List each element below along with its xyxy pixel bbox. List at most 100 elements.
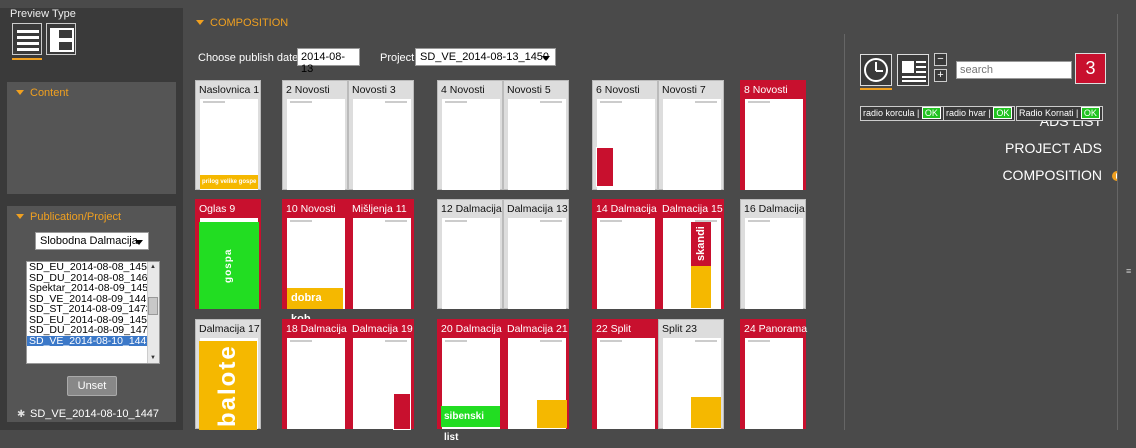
list-item[interactable]: SD_DU_2014-08-09_1471: [27, 325, 147, 336]
content-section-header[interactable]: Content: [7, 82, 176, 104]
status-badge: OK: [993, 107, 1013, 119]
list-scrollbar[interactable]: ▲ ▼: [147, 262, 159, 363]
project-label: Project:: [380, 52, 418, 64]
scroll-up-icon[interactable]: ▲: [150, 264, 156, 270]
publish-date-label: Choose publish date:: [198, 52, 302, 64]
page-thumbnail[interactable]: Novosti 5: [503, 80, 569, 190]
page-title: Dalmacija 19: [352, 323, 413, 335]
page-title: Split 23: [662, 323, 698, 335]
zoom-out-icon[interactable]: −: [934, 53, 947, 66]
page-sheet: [442, 99, 500, 190]
page-title: Novosti 5: [507, 84, 551, 96]
radio-name: Radio Kornati |: [1019, 108, 1079, 118]
page-thumbnail[interactable]: Novosti 7: [658, 80, 724, 190]
page-sheet: [287, 338, 345, 429]
page-title: 2 Novosti: [286, 84, 330, 96]
radio-status-hvar[interactable]: radio hvar | OK: [943, 106, 1016, 121]
content-header-label: Content: [30, 87, 69, 99]
list-item[interactable]: SD_ST_2014-08-09_1473: [27, 304, 147, 315]
page-thumbnail[interactable]: 22 Split: [592, 319, 658, 429]
resize-strip[interactable]: [1117, 14, 1136, 430]
page-sheet: [745, 218, 803, 309]
page-title: Dalmacija 17: [199, 323, 260, 335]
scrollbar-thumb[interactable]: [148, 297, 158, 315]
pin-icon: ✱: [17, 409, 26, 420]
publication-select[interactable]: Slobodna Dalmacija: [35, 232, 149, 250]
list-item[interactable]: SD_EU_2014-08-09_1459: [27, 315, 147, 326]
ad-block[interactable]: dobra kob: [287, 288, 343, 325]
ad-block[interactable]: gospa medaljon: [199, 222, 294, 309]
list-item[interactable]: SD_EU_2014-08-08_1458: [27, 262, 147, 273]
unset-button[interactable]: Unset: [67, 376, 117, 396]
publication-select-value: Slobodna Dalmacija: [40, 235, 138, 247]
project-select[interactable]: SD_VE_2014-08-13_1450: [415, 48, 556, 66]
grid-view-icon[interactable]: [46, 23, 76, 55]
page-thumbnail[interactable]: 2 Novosti: [282, 80, 348, 190]
ad-block[interactable]: [393, 393, 411, 430]
radio-name: radio korcula |: [863, 108, 920, 118]
ad-block[interactable]: skandi: [691, 222, 711, 266]
page-thumbnail[interactable]: 4 Novosti: [437, 80, 503, 190]
page-sheet: [353, 99, 411, 190]
page-sheet: [442, 218, 500, 309]
dropdown-arrow-icon: [542, 56, 550, 61]
project-listbox[interactable]: SD_EU_2014-08-08_1458 SD_DU_2014-08-08_1…: [26, 261, 160, 364]
publication-section-header[interactable]: Publication/Project: [7, 206, 176, 228]
page-sheet: [745, 338, 803, 429]
clock-icon[interactable]: [860, 54, 892, 86]
ad-block[interactable]: [691, 397, 721, 428]
page-thumbnail[interactable]: 14 Dalmacija: [592, 199, 658, 309]
nav-project-ads[interactable]: PROJECT ADS: [1005, 140, 1102, 156]
list-item[interactable]: SD_VE_2014-08-09_1446: [27, 294, 147, 305]
search-input[interactable]: [956, 61, 1072, 79]
nav-composition[interactable]: COMPOSITION: [1002, 167, 1102, 183]
page-thumbnail[interactable]: 24 Panorama: [740, 319, 807, 429]
list-view-icon[interactable]: [12, 23, 42, 55]
resize-handle-icon[interactable]: ≡: [1126, 266, 1131, 276]
pinned-project: SD_VE_2014-08-10_1447: [30, 408, 160, 420]
radio-status-kornati[interactable]: Radio Kornati | OK: [1016, 106, 1103, 121]
project-select-value: SD_VE_2014-08-13_1450: [420, 51, 550, 63]
page-title: Oglas 9: [199, 203, 236, 215]
status-badge: OK: [1080, 107, 1100, 119]
page-title: 16 Dalmacija: [744, 203, 805, 215]
article-list-icon[interactable]: [897, 54, 929, 86]
page-thumbnail[interactable]: 12 Dalmacija: [437, 199, 503, 309]
page-title: 12 Dalmacija: [441, 203, 502, 215]
notification-badge[interactable]: 3: [1075, 53, 1106, 84]
ad-block[interactable]: prilog velike gospe: [200, 175, 258, 189]
page-sheet: [745, 99, 803, 190]
scroll-down-icon[interactable]: ▼: [150, 355, 156, 361]
page-title: Dalmacija 13: [507, 203, 568, 215]
ad-block[interactable]: [691, 266, 711, 308]
page-thumbnail[interactable]: Mišljenja 11: [348, 199, 414, 309]
page-sheet: [353, 218, 411, 309]
list-item[interactable]: SD_DU_2014-08-08_1461: [27, 273, 147, 284]
publication-header-label: Publication/Project: [30, 211, 122, 223]
preview-type-title: Preview Type: [10, 8, 76, 20]
page-thumbnail[interactable]: Naslovnica 1: [195, 80, 261, 190]
ad-block[interactable]: sibenski list: [441, 406, 500, 443]
page-thumbnail[interactable]: 18 Dalmacija: [282, 319, 348, 429]
active-view-indicator: [12, 58, 42, 60]
page-thumbnail[interactable]: Dalmacija 13: [503, 199, 569, 309]
page-title: 6 Novosti: [596, 84, 640, 96]
page-title: 20 Dalmacija: [441, 323, 502, 335]
ad-block[interactable]: [537, 400, 567, 428]
list-item-selected[interactable]: SD_VE_2014-08-10_1447: [27, 335, 147, 346]
ad-block[interactable]: [596, 147, 614, 187]
page-title: 4 Novosti: [441, 84, 485, 96]
ad-block[interactable]: balote: [199, 341, 257, 430]
page-thumbnail[interactable]: 16 Dalmacija: [740, 199, 806, 309]
list-item[interactable]: Spektar_2014-08-09_1456: [27, 283, 147, 294]
composition-header[interactable]: COMPOSITION: [187, 14, 1115, 34]
publish-date-input[interactable]: 2014-08-13: [297, 48, 360, 75]
page-thumbnail[interactable]: Novosti 3: [348, 80, 414, 190]
page-thumbnail[interactable]: 8 Novosti: [740, 80, 806, 190]
zoom-in-icon[interactable]: +: [934, 69, 947, 82]
collapse-arrow-icon: [196, 20, 204, 25]
radio-status-korcula[interactable]: radio korcula | OK: [860, 106, 944, 121]
page-sheet: [508, 218, 566, 309]
panel-divider: [844, 34, 845, 430]
page-title: 18 Dalmacija: [286, 323, 347, 335]
